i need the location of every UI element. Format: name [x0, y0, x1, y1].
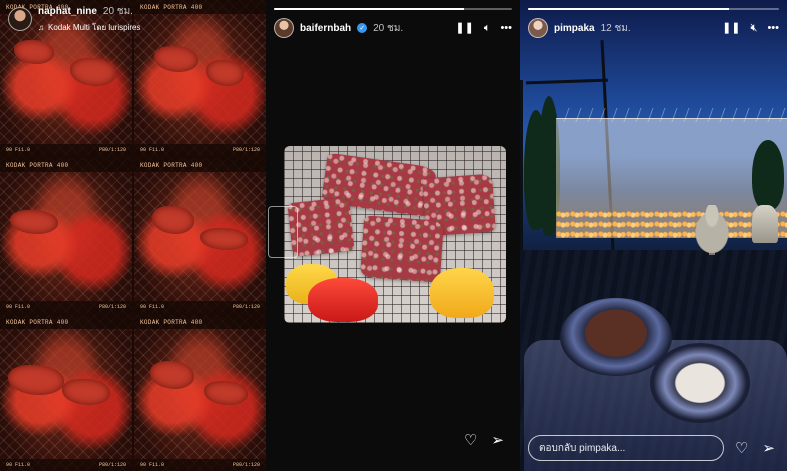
story-footer-actions: ♡ ➢	[464, 431, 504, 449]
progress-fill	[274, 8, 465, 10]
story-header: pimpaka 12 ชม. ❚❚ 🔇︎ •••	[528, 15, 779, 41]
more-icon[interactable]: •••	[500, 22, 512, 34]
story-panel-baifernbah[interactable]: baifernbah ✓ 20 ชม. ❚❚ 🔈︎ ••• ♡ ➢	[266, 0, 520, 471]
more-icon[interactable]: •••	[767, 22, 779, 34]
film-frame-label: 90 F11.0	[140, 304, 165, 311]
film-iso-label: P80/1:120	[232, 146, 260, 153]
heart-icon[interactable]: ♡	[735, 439, 748, 457]
film-frame-label: 90 F11.0	[140, 462, 165, 468]
reply-placeholder: ตอบกลับ pimpaka...	[539, 442, 626, 454]
verified-badge-icon: ✓	[357, 23, 368, 33]
avatar[interactable]	[8, 7, 32, 31]
rice-bowl	[650, 343, 750, 423]
post-time: 20 ชม.	[102, 6, 133, 17]
mute-icon[interactable]: 🔈︎	[484, 22, 491, 34]
film-frame-label: 90 F11.0	[6, 462, 31, 468]
film-iso-label: P80/1:120	[98, 146, 126, 153]
progress-track	[274, 8, 512, 10]
film-iso-label: P80/1:120	[98, 462, 126, 468]
film-stock-label: KODAK PORTRA 400	[134, 157, 266, 172]
story-panel-naphat-nine[interactable]: KODAK PORTRA 400 90 F11.0 P80/1:120 KODA…	[0, 0, 266, 471]
story-progress	[274, 8, 512, 10]
film-footer: 90 F11.0 P80/1:120	[0, 459, 132, 471]
bbq-photo: KODAK PORTRA 400 90 F11.0 P80/1:120	[0, 157, 132, 314]
post-time: 20 ชม.	[373, 22, 404, 34]
username[interactable]: pimpaka	[554, 23, 595, 34]
film-footer: 90 F11.0 P80/1:120	[0, 301, 132, 314]
progress-track	[528, 8, 779, 10]
mute-icon[interactable]: 🔇︎	[751, 22, 758, 34]
film-frame-label: 90 F11.0	[140, 146, 165, 153]
story-footer-actions: ♡ ➢	[735, 439, 775, 457]
bbq-photo: KODAK PORTRA 400 90 F11.0 P80/1:120	[134, 315, 266, 471]
film-iso-label: P80/1:120	[98, 304, 126, 311]
username[interactable]: baifernbah	[300, 23, 351, 34]
film-stock-label: KODAK PORTRA 400	[0, 157, 132, 172]
bbq-photo: KODAK PORTRA 400 90 F11.0 P80/1:120	[134, 157, 266, 314]
film-iso-label: P80/1:120	[232, 304, 260, 311]
avatar[interactable]	[274, 18, 294, 38]
send-icon[interactable]: ➢	[762, 439, 775, 457]
film-photo-grid: KODAK PORTRA 400 90 F11.0 P80/1:120 KODA…	[0, 0, 266, 471]
film-footer: 90 F11.0 P80/1:120	[0, 143, 132, 156]
music-note-icon: ♫	[38, 23, 44, 32]
film-frame-label: 90 F11.0	[6, 146, 31, 153]
story-nav-frame[interactable]	[268, 206, 298, 258]
film-stock-label: KODAK PORTRA 400	[134, 315, 266, 330]
story-panel-pimpaka[interactable]: pimpaka 12 ชม. ❚❚ 🔇︎ ••• ตอบกลับ pimpaka…	[520, 0, 787, 471]
story-header: naphat_nine 20 ชม. ♫ Kodak Multi โดย lur…	[8, 6, 258, 32]
film-footer: 90 F11.0 P80/1:120	[134, 301, 266, 314]
story-progress	[528, 8, 779, 10]
progress-fill	[528, 8, 729, 10]
film-stock-label: KODAK PORTRA 400	[0, 315, 132, 330]
pause-icon[interactable]: ❚❚	[455, 22, 473, 34]
send-icon[interactable]: ➢	[491, 431, 504, 449]
film-footer: 90 F11.0 P80/1:120	[134, 143, 266, 156]
story-header: baifernbah ✓ 20 ชม. ❚❚ 🔈︎ •••	[274, 15, 512, 41]
username[interactable]: naphat_nine	[38, 6, 97, 17]
reply-input[interactable]: ตอบกลับ pimpaka...	[528, 435, 724, 461]
wagyu-grill-photo	[284, 146, 506, 323]
music-label[interactable]: Kodak Multi โดย lurispires	[48, 21, 140, 34]
post-time: 12 ชม.	[600, 22, 631, 34]
film-footer: 90 F11.0 P80/1:120	[134, 459, 266, 471]
heart-icon[interactable]: ♡	[464, 431, 477, 449]
night-terrace-photo	[520, 0, 787, 471]
avatar[interactable]	[528, 18, 548, 38]
pause-icon[interactable]: ❚❚	[722, 22, 740, 34]
film-iso-label: P80/1:120	[232, 462, 260, 468]
bbq-photo: KODAK PORTRA 400 90 F11.0 P80/1:120	[0, 315, 132, 471]
film-frame-label: 90 F11.0	[6, 304, 31, 311]
